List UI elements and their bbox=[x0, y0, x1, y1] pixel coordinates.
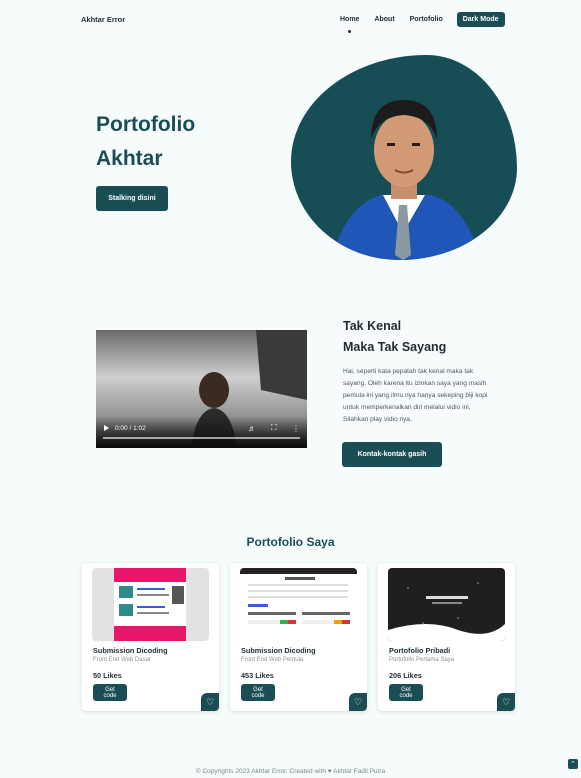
profile-portrait-illustration bbox=[331, 100, 481, 260]
card-subtitle: Front End Web Pemula bbox=[241, 657, 304, 663]
nav-home[interactable]: Home bbox=[340, 16, 359, 33]
portfolio-card: Submission Dicoding Front End Web Pemula… bbox=[230, 563, 367, 711]
card-thumbnail bbox=[92, 568, 209, 641]
intro-text: Hai, seperti kata pepatah tak kenal maka… bbox=[343, 368, 488, 423]
thumbnail-illustration bbox=[240, 568, 357, 641]
intro-title: Tak Kenal Maka Tak Sayang bbox=[343, 316, 446, 358]
dark-mode-button[interactable]: Dark Mode bbox=[456, 12, 505, 27]
footer-copyright: © Copyrights 2023 Akhtar Error. Created … bbox=[195, 768, 386, 775]
card-title: Submission Dicoding bbox=[241, 646, 316, 655]
video-progress-track[interactable] bbox=[103, 437, 300, 439]
card-title: Portofolio Pribadi bbox=[389, 646, 451, 655]
more-options-icon[interactable]: ⋮ bbox=[292, 424, 300, 433]
portfolio-card: Submission Dicoding Front End Web Dasar … bbox=[82, 563, 219, 711]
intro-title-line1: Tak Kenal bbox=[343, 319, 402, 333]
intro-video[interactable]: 0:00 / 1:02 ♬ ⛶ ⋮ bbox=[96, 330, 307, 448]
card-subtitle: Front End Web Dasar bbox=[93, 657, 151, 663]
get-code-button[interactable]: Get code bbox=[93, 684, 127, 701]
main-nav: Home About Portofolio Dark Mode bbox=[340, 12, 505, 33]
nav-about[interactable]: About bbox=[374, 16, 394, 23]
card-thumbnail bbox=[240, 568, 357, 641]
stalking-button[interactable]: Stalking disini bbox=[96, 186, 168, 211]
video-time: 0:00 / 1:02 bbox=[115, 425, 146, 432]
volume-icon[interactable]: ♬ bbox=[248, 424, 256, 433]
portfolio-card: Portofolio Pribadi Portofolio Pertama Sa… bbox=[378, 563, 515, 711]
nav-portofolio[interactable]: Portofolio bbox=[410, 16, 443, 23]
heart-icon[interactable]: ♡ bbox=[497, 693, 515, 711]
get-code-button[interactable]: Get code bbox=[389, 684, 423, 701]
portfolio-section-title: Portofolio Saya bbox=[246, 535, 335, 549]
fullscreen-icon[interactable]: ⛶ bbox=[271, 423, 277, 433]
scroll-to-top-icon[interactable]: ⌃ bbox=[568, 759, 578, 769]
card-likes: 453 Likes bbox=[241, 671, 274, 680]
brand-logo[interactable]: Akhtar Error bbox=[81, 15, 125, 24]
thumbnail-illustration bbox=[92, 568, 209, 641]
card-title: Submission Dicoding bbox=[93, 646, 168, 655]
intro-title-line2: Maka Tak Sayang bbox=[343, 340, 447, 354]
play-icon[interactable] bbox=[104, 425, 109, 431]
contact-button[interactable]: Kontak-kontak gasih bbox=[342, 442, 442, 467]
card-likes: 50 Likes bbox=[93, 671, 122, 680]
thumbnail-illustration bbox=[388, 568, 505, 641]
card-subtitle: Portofolio Pertama Saya bbox=[389, 657, 455, 663]
hero-title-line1: Portofolio bbox=[96, 113, 196, 136]
card-thumbnail bbox=[388, 568, 505, 641]
heart-icon[interactable]: ♡ bbox=[349, 693, 367, 711]
hero-title-line2: Akhtar bbox=[96, 147, 163, 170]
card-likes: 206 Likes bbox=[389, 671, 422, 680]
heart-icon[interactable]: ♡ bbox=[201, 693, 219, 711]
hero-title: Portofolio Akhtar bbox=[96, 108, 195, 176]
get-code-button[interactable]: Get code bbox=[241, 684, 275, 701]
profile-photo bbox=[291, 55, 517, 260]
